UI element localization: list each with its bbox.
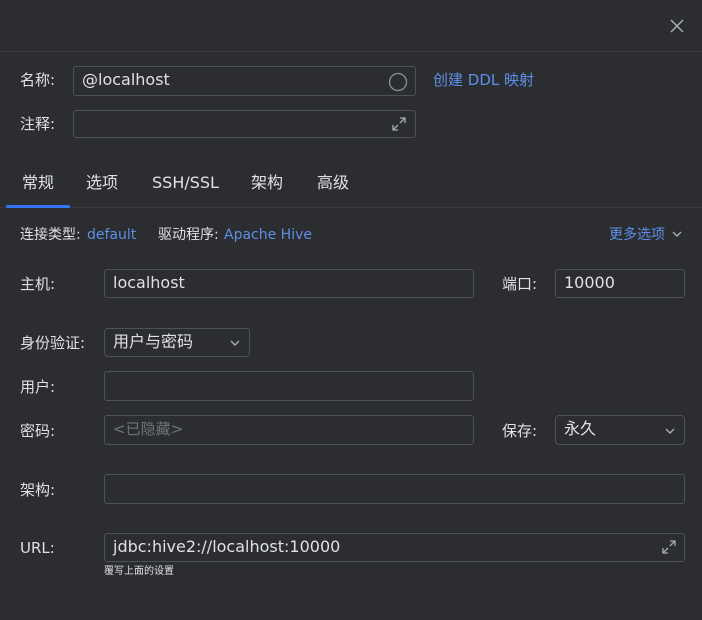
schema-label: 架构: [20,481,56,499]
host-field[interactable]: localhost [104,269,474,298]
connection-type-link[interactable]: default [87,225,136,245]
url-expand-icon[interactable] [661,539,677,555]
host-label: 主机: [20,275,56,293]
comment-field[interactable] [73,110,416,138]
ddl-mapping-link[interactable]: 创建 DDL 映射 [433,70,534,90]
port-field[interactable]: 10000 [555,269,685,298]
password-label: 密码: [20,422,56,440]
chevron-down-icon[interactable] [671,228,683,240]
url-field[interactable]: jdbc:hive2://localhost:10000 [104,533,685,562]
name-field[interactable]: @localhost [73,66,416,96]
comment-label: 注释: [20,115,56,133]
tab-schemas[interactable]: 架构 [251,173,283,193]
more-options-link[interactable]: 更多选项 [609,225,665,245]
auth-label: 身份验证: [20,334,86,352]
connection-type-label: 连接类型: [20,227,81,243]
host-value: localhost [113,273,185,292]
save-value: 永久 [564,419,597,438]
save-label: 保存: [502,422,538,440]
driver-label: 驱动程序: [158,227,219,243]
driver-link[interactable]: Apache Hive [224,225,312,245]
expand-icon[interactable] [391,116,407,132]
url-hint: 覆写上面的设置 [104,566,174,577]
tab-advanced[interactable]: 高级 [317,173,349,193]
name-label: 名称: [20,71,56,89]
tab-general[interactable]: 常规 [22,173,54,193]
name-value: @localhost [82,70,170,89]
user-label: 用户: [20,378,56,396]
url-label: URL: [20,539,55,557]
user-field[interactable] [104,371,474,401]
port-label: 端口: [502,275,538,293]
schema-field[interactable] [104,474,685,504]
tab-options[interactable]: 选项 [86,173,118,193]
auth-chevron-down-icon [229,337,241,349]
password-field[interactable]: <已隐藏> [104,415,474,445]
tab-ssh-ssl[interactable]: SSH/SSL [152,173,219,193]
auth-value: 用户与密码 [113,332,194,351]
port-value: 10000 [564,273,615,292]
url-value: jdbc:hive2://localhost:10000 [113,537,341,556]
close-icon[interactable] [668,17,686,35]
save-chevron-down-icon [664,425,676,437]
title-bar [0,0,702,52]
password-placeholder: <已隐藏> [113,420,184,438]
circle-icon[interactable] [388,72,408,92]
tab-active-indicator [6,205,70,208]
